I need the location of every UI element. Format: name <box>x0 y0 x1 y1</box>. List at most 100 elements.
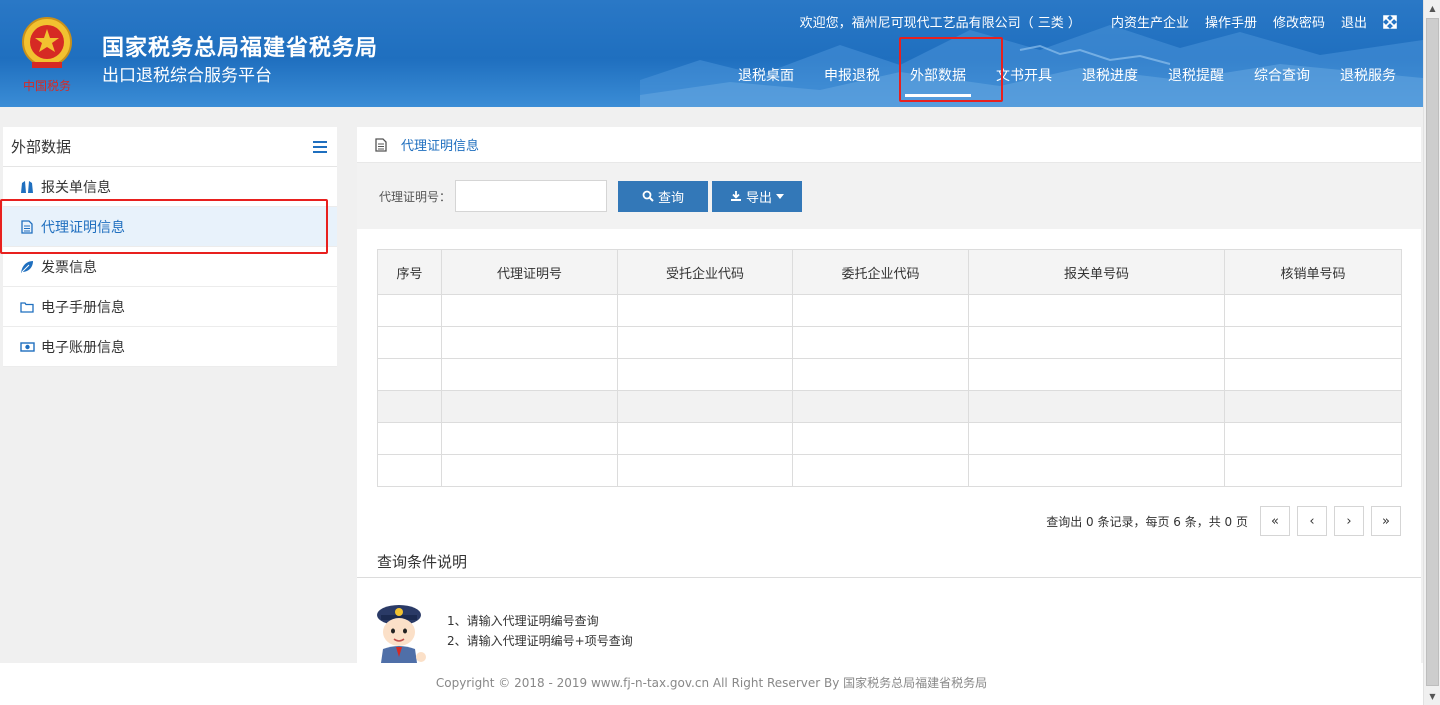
table-cell <box>441 390 618 423</box>
table-cell <box>377 294 442 327</box>
sidebar-item-agency-certificate[interactable]: 代理证明信息 <box>3 207 337 247</box>
table-cell <box>968 422 1225 455</box>
next-page-button[interactable]: › <box>1334 506 1364 536</box>
change-password-link[interactable]: 修改密码 <box>1273 12 1325 31</box>
query-button[interactable]: 查询 <box>618 180 709 212</box>
table-cell <box>968 326 1225 359</box>
sidebar-item-label: 代理证明信息 <box>41 219 125 236</box>
search-icon <box>642 190 654 202</box>
document-icon <box>19 219 35 235</box>
app-header: 中国税务 国家税务总局福建省税务局 出口退税综合服务平台 欢迎您，福州尼可现代工… <box>0 0 1423 107</box>
enterprise-type-link[interactable]: 内资生产企业 <box>1111 12 1189 31</box>
sidebar-panel: 外部数据 报关单信息 代理证明信息 发票信息 电子手册信息 电子账册信息 <box>3 127 337 367</box>
agency-certificate-input[interactable] <box>455 180 608 212</box>
table-header-row: 序号 代理证明号 受托企业代码 委托企业代码 报关单号码 核销单号码 <box>377 249 1402 295</box>
nav-tax-desktop[interactable]: 退税桌面 <box>723 66 809 98</box>
nav-external-data[interactable]: 外部数据 <box>895 66 981 98</box>
table-cell <box>968 358 1225 391</box>
nav-declare-refund[interactable]: 申报退税 <box>809 66 895 98</box>
page-footer: Copyright © 2018 - 2019 www.fj-n-tax.gov… <box>0 663 1423 705</box>
vertical-scrollbar[interactable]: ▲ ▼ <box>1423 0 1440 705</box>
nav-refund-service[interactable]: 退税服务 <box>1325 66 1411 98</box>
table-cell <box>792 358 969 391</box>
table-cell <box>792 326 969 359</box>
pagination-info: 查询出 0 条记录，每页 6 条，共 0 页 <box>1046 514 1248 529</box>
table-cell <box>617 358 793 391</box>
sidebar: 外部数据 报关单信息 代理证明信息 发票信息 电子手册信息 电子账册信息 <box>0 107 338 663</box>
caret-down-icon <box>776 193 785 199</box>
nav-refund-progress[interactable]: 退税进度 <box>1067 66 1153 98</box>
panel-header: 代理证明信息 <box>357 127 1421 163</box>
sidebar-item-label: 电子账册信息 <box>41 339 125 356</box>
prev-page-button[interactable]: ‹ <box>1297 506 1327 536</box>
divider <box>357 577 1421 578</box>
export-button-label: 导出 <box>746 190 773 206</box>
sidebar-item-invoice[interactable]: 发票信息 <box>3 247 337 287</box>
query-tips: 1、请输入代理证明编号查询 2、请输入代理证明编号+项号查询 <box>447 611 633 651</box>
table-cell <box>1224 358 1402 391</box>
document-icon <box>375 137 387 152</box>
first-page-button[interactable]: « <box>1260 506 1290 536</box>
table-row[interactable] <box>377 326 1402 359</box>
table-row[interactable] <box>377 390 1402 423</box>
table-row[interactable] <box>377 454 1402 487</box>
query-button-label: 查询 <box>658 190 685 206</box>
table-cell <box>441 422 618 455</box>
table-cell <box>1224 294 1402 327</box>
column-header-certificate-no[interactable]: 代理证明号 <box>441 249 618 295</box>
table-cell <box>792 390 969 423</box>
table-cell <box>377 422 442 455</box>
query-tip-item: 1、请输入代理证明编号查询 <box>447 614 599 628</box>
panel-title: 代理证明信息 <box>401 139 480 154</box>
table-cell <box>441 454 618 487</box>
tax-emblem-logo: 中国税务 <box>22 17 72 93</box>
tax-officer-mascot <box>377 605 426 663</box>
nav-comprehensive-query[interactable]: 综合查询 <box>1239 66 1325 98</box>
user-toolbar: 欢迎您，福州尼可现代工艺品有限公司（ 三类 ） 内资生产企业 操作手册 修改密码… <box>800 12 1397 31</box>
scroll-up-icon[interactable]: ▲ <box>1424 0 1440 17</box>
column-header-principal-code[interactable]: 委托企业代码 <box>792 249 969 295</box>
table-row[interactable] <box>377 422 1402 455</box>
sidebar-item-e-handbook[interactable]: 电子手册信息 <box>3 287 337 327</box>
column-header-trustee-code[interactable]: 受托企业代码 <box>617 249 793 295</box>
sidebar-item-label: 报关单信息 <box>41 179 111 196</box>
fullscreen-icon[interactable] <box>1383 14 1397 29</box>
table-cell <box>1224 390 1402 423</box>
sidebar-item-customs-declaration[interactable]: 报关单信息 <box>3 167 337 207</box>
table-cell <box>792 294 969 327</box>
sidebar-title: 外部数据 <box>11 138 72 156</box>
sidebar-item-label: 电子手册信息 <box>41 299 125 316</box>
table-cell <box>617 422 793 455</box>
main-nav: 退税桌面 申报退税 外部数据 文书开具 退税进度 退税提醒 综合查询 退税服务 <box>723 66 1411 98</box>
table-cell <box>617 294 793 327</box>
welcome-text: 欢迎您，福州尼可现代工艺品有限公司（ 三类 ） <box>799 16 1081 31</box>
nav-document-issue[interactable]: 文书开具 <box>981 66 1067 98</box>
last-page-button[interactable]: » <box>1371 506 1401 536</box>
menu-toggle-icon[interactable] <box>313 140 327 153</box>
table-cell <box>377 390 442 423</box>
table-cell <box>441 326 618 359</box>
scrollbar-thumb[interactable] <box>1426 18 1439 686</box>
nav-refund-reminder[interactable]: 退税提醒 <box>1153 66 1239 98</box>
agency-certificate-table: 序号 代理证明号 受托企业代码 委托企业代码 报关单号码 核销单号码 <box>377 249 1402 487</box>
download-icon <box>731 191 741 201</box>
table-cell <box>792 422 969 455</box>
table-cell <box>617 390 793 423</box>
table-cell <box>968 294 1225 327</box>
folder-icon <box>19 299 35 315</box>
column-header-verification-no[interactable]: 核销单号码 <box>1224 249 1402 295</box>
logout-link[interactable]: 退出 <box>1341 12 1367 31</box>
export-dropdown-button[interactable]: 导出 <box>712 180 803 212</box>
table-cell <box>968 390 1225 423</box>
column-header-index[interactable]: 序号 <box>377 249 442 295</box>
table-row[interactable] <box>377 358 1402 391</box>
leaf-icon <box>19 259 35 275</box>
table-row[interactable] <box>377 294 1402 327</box>
sidebar-item-e-account-book[interactable]: 电子账册信息 <box>3 327 337 367</box>
search-bar: 代理证明号： 查询 导出 <box>357 163 1421 229</box>
manual-link[interactable]: 操作手册 <box>1205 12 1257 31</box>
column-header-customs-no[interactable]: 报关单号码 <box>968 249 1225 295</box>
table-cell <box>1224 454 1402 487</box>
agency-certificate-label: 代理证明号： <box>379 189 452 204</box>
scroll-down-icon[interactable]: ▼ <box>1424 688 1440 705</box>
